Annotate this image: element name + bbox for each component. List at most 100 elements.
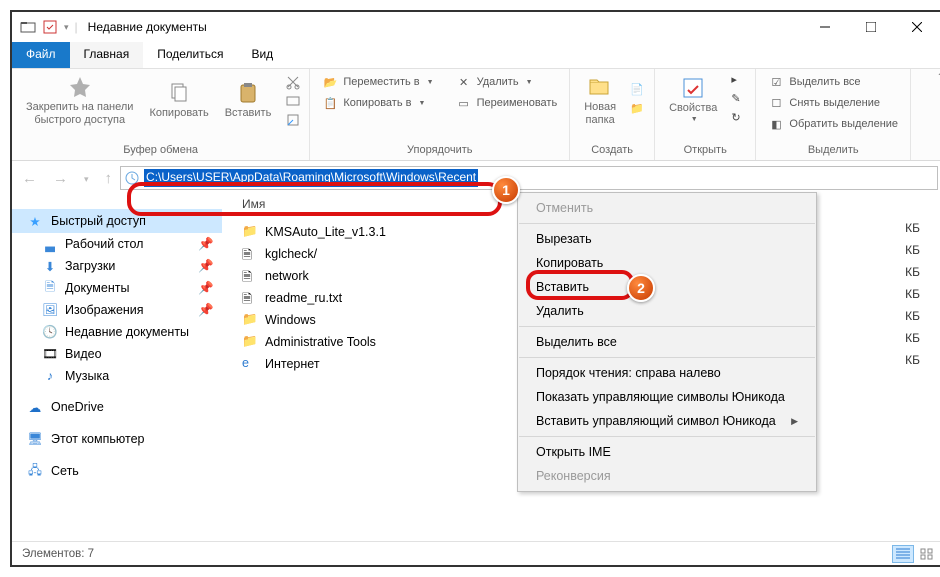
item-count: Элементов: 7: [22, 548, 94, 560]
pin-icon: 📌: [198, 303, 212, 317]
icons-view-button[interactable]: [916, 545, 938, 563]
network-icon: 🖧: [26, 462, 44, 480]
move-to-button[interactable]: 📂Переместить в▼: [318, 73, 437, 91]
pin-icon: 📌: [198, 237, 212, 251]
rename-button[interactable]: ▭Переименовать: [452, 94, 562, 112]
invert-icon: ◧: [768, 117, 784, 131]
ctx-cut[interactable]: Вырезать: [518, 227, 816, 251]
sidebar-downloads[interactable]: ⬇Загрузки📌: [12, 255, 222, 277]
select-none-icon: ☐: [768, 96, 784, 110]
context-menu: Отменить Вырезать Копировать Вставить Уд…: [517, 192, 817, 492]
cut-icon[interactable]: [285, 74, 301, 90]
easy-access-icon[interactable]: 📁: [630, 102, 646, 118]
tab-home[interactable]: Главная: [70, 42, 144, 68]
explorer-window: ▾ | Недавние документы Файл Главная Поде…: [10, 10, 940, 567]
copy-to-icon: 📋: [322, 96, 338, 110]
maximize-button[interactable]: [848, 12, 894, 42]
folder-mini-icon: [20, 19, 36, 35]
ctx-show-unicode[interactable]: Показать управляющие символы Юникода: [518, 385, 816, 409]
invert-selection-button[interactable]: ◧Обратить выделение: [764, 115, 902, 133]
sidebar-onedrive[interactable]: ☁OneDrive: [12, 395, 222, 419]
organize-group-label: Упорядочить: [407, 142, 472, 158]
ctx-undo[interactable]: Отменить: [518, 196, 816, 220]
copy-button[interactable]: Копировать: [143, 79, 214, 122]
rename-icon: ▭: [456, 96, 472, 110]
minimize-button[interactable]: [802, 12, 848, 42]
open-group-label: Открыть: [684, 142, 727, 158]
sidebar-documents[interactable]: 🗎Документы📌: [12, 277, 222, 299]
properties-button[interactable]: Свойства▼: [663, 74, 723, 127]
edit-icon[interactable]: ✎: [731, 92, 747, 108]
tab-view[interactable]: Вид: [237, 42, 287, 68]
pin-quick-access-button[interactable]: Закрепить на панели быстрого доступа: [20, 73, 139, 128]
file-icon: 🗎: [242, 290, 258, 306]
annotation-bubble-1: 1: [492, 176, 520, 204]
select-group-label: Выделить: [808, 142, 859, 158]
ctx-open-ime[interactable]: Открыть IME: [518, 440, 816, 464]
qat: ▾ |: [20, 19, 78, 35]
titlebar: ▾ | Недавние документы: [12, 12, 940, 42]
open-icon[interactable]: ▸: [731, 73, 747, 89]
ctx-insert-unicode[interactable]: Вставить управляющий символ Юникода▶: [518, 409, 816, 433]
column-header-name[interactable]: Имя: [242, 197, 265, 211]
tab-file[interactable]: Файл: [12, 42, 70, 68]
properties-mini-icon[interactable]: [42, 19, 58, 35]
clock-icon: 🕓: [42, 324, 58, 340]
copy-to-button[interactable]: 📋Копировать в▼: [318, 94, 437, 112]
address-selection: C:\Users\USER\AppData\Roaming\Microsoft\…: [144, 169, 478, 187]
forward-button[interactable]: →: [53, 170, 68, 187]
ctx-reconvert[interactable]: Реконверсия: [518, 464, 816, 488]
select-none-button[interactable]: ☐Снять выделение: [764, 94, 902, 112]
clipboard-group-label: Буфер обмена: [123, 142, 198, 158]
paste-shortcut-icon[interactable]: [285, 112, 301, 128]
documents-icon: 🗎: [42, 280, 58, 296]
music-icon: ♪: [42, 368, 58, 384]
history-icon[interactable]: ↻: [731, 111, 747, 127]
select-all-icon: ☑: [768, 75, 784, 89]
annotation-bubble-2: 2: [627, 274, 655, 302]
video-icon: 🎞: [42, 346, 58, 362]
delete-icon: ✕: [456, 75, 472, 89]
sidebar-videos[interactable]: 🎞Видео: [12, 343, 222, 365]
sidebar-quick-access[interactable]: ★Быстрый доступ: [12, 209, 222, 233]
folder-icon: 📁: [242, 224, 258, 240]
qat-dropdown-icon[interactable]: ▾: [64, 22, 69, 33]
paste-button[interactable]: Вставить: [219, 79, 278, 122]
delete-button[interactable]: ✕Удалить▼: [452, 73, 562, 91]
sidebar-recent-docs[interactable]: 🕓Недавние документы: [12, 321, 222, 343]
chevron-right-icon: ▶: [791, 416, 798, 427]
sidebar-pictures[interactable]: 🖼Изображения📌: [12, 299, 222, 321]
copy-path-icon[interactable]: [285, 93, 301, 109]
details-view-button[interactable]: [892, 545, 914, 563]
back-button[interactable]: ←: [22, 170, 37, 187]
close-button[interactable]: [894, 12, 940, 42]
new-folder-button[interactable]: Новая папка: [578, 73, 622, 128]
folder-icon: 📁: [242, 334, 258, 350]
new-item-icon[interactable]: 📄: [630, 83, 646, 99]
sidebar-desktop[interactable]: ▃Рабочий стол📌: [12, 233, 222, 255]
pin-icon: [68, 75, 92, 99]
sidebar-music[interactable]: ♪Музыка: [12, 365, 222, 387]
statusbar: Элементов: 7: [12, 541, 940, 565]
ctx-select-all[interactable]: Выделить все: [518, 330, 816, 354]
pin-icon: 📌: [198, 281, 212, 295]
pictures-icon: 🖼: [42, 302, 58, 318]
folder-icon: 📁: [242, 312, 258, 328]
computer-icon: 🖥: [26, 430, 44, 448]
up-button[interactable]: ↑: [105, 170, 113, 187]
sidebar-this-pc[interactable]: 🖥Этот компьютер: [12, 427, 222, 451]
select-all-button[interactable]: ☑Выделить все: [764, 73, 902, 91]
properties-icon: [681, 76, 705, 100]
desktop-icon: ▃: [42, 236, 58, 252]
pin-icon: 📌: [198, 259, 212, 273]
history-dropdown-icon[interactable]: ▾: [84, 174, 89, 187]
ctx-copy[interactable]: Копировать: [518, 251, 816, 275]
ribbon: ˆ Закрепить на панели быстрого доступа К…: [12, 69, 940, 161]
ctx-paste[interactable]: Вставить: [518, 275, 816, 299]
navbar: ← → ▾ ↑ C:\Users\USER\AppData\Roaming\Mi…: [12, 161, 940, 195]
sidebar-network[interactable]: 🖧Сеть: [12, 459, 222, 483]
ctx-delete[interactable]: Удалить: [518, 299, 816, 323]
tab-share[interactable]: Поделиться: [143, 42, 237, 68]
ctx-rtl[interactable]: Порядок чтения: справа налево: [518, 361, 816, 385]
clock-icon: [124, 170, 140, 186]
